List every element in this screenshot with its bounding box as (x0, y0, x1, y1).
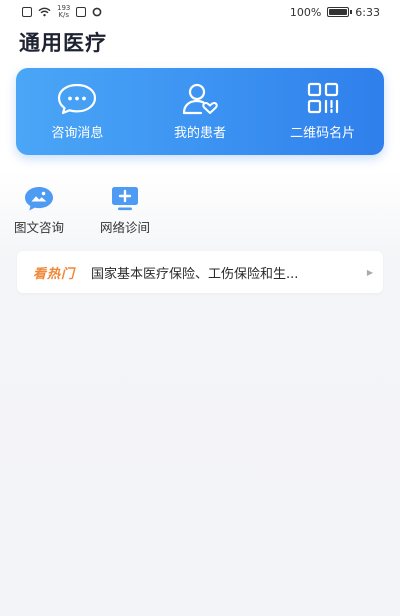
status-bar: 193 K/s 100% 6:33 (0, 0, 400, 24)
status-left: 193 K/s (22, 5, 102, 19)
hero-card: 咨询消息 我的患者 二维码名片 (16, 68, 384, 155)
image-text-consult-label: 图文咨询 (14, 220, 65, 235)
my-patients-button[interactable]: 我的患者 (139, 68, 262, 155)
hot-news-bar[interactable]: 看热门 国家基本医疗保险、工伤保险和生... ▶ (17, 251, 383, 293)
image-text-consult-button[interactable]: 图文咨询 (14, 186, 64, 236)
page-title: 通用医疗 (19, 31, 107, 55)
hot-news-tag: 看热门 (33, 266, 76, 282)
sim-icon (22, 7, 32, 17)
hot-news-headline: 国家基本医疗保险、工伤保险和生... (91, 266, 299, 282)
gallery-notification-icon (76, 7, 87, 17)
quick-actions: 图文咨询 网络诊间 (14, 186, 150, 236)
network-speed: 193 K/s (57, 5, 70, 19)
qr-code-icon (307, 82, 338, 114)
online-clinic-button[interactable]: 网络诊间 (100, 186, 150, 236)
battery-percent: 100% (289, 5, 322, 19)
status-right: 100% 6:33 (290, 6, 380, 19)
clock: 6:33 (355, 5, 380, 19)
sync-icon (92, 7, 102, 17)
qr-card-label: 二维码名片 (290, 126, 356, 141)
chat-bubble-icon (58, 83, 97, 115)
battery-icon (327, 7, 353, 17)
online-clinic-label: 网络诊间 (100, 220, 151, 235)
wifi-icon (38, 7, 51, 17)
consult-messages-label: 咨询消息 (51, 126, 104, 141)
image-chat-icon (25, 187, 53, 211)
qr-card-button[interactable]: 二维码名片 (261, 68, 384, 155)
consult-messages-button[interactable]: 咨询消息 (16, 68, 139, 155)
monitor-plus-icon (112, 187, 139, 211)
network-speed-unit: K/s (58, 11, 69, 19)
chevron-right-icon: ▶ (366, 267, 373, 277)
patient-heart-icon (182, 83, 218, 115)
my-patients-label: 我的患者 (174, 126, 227, 141)
